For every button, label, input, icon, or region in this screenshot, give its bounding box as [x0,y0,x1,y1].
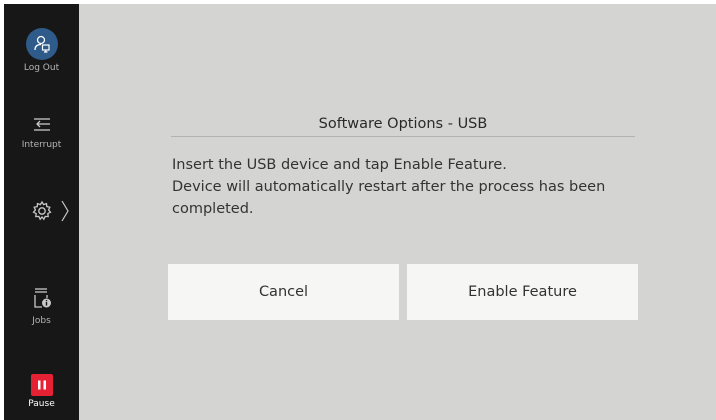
jobs-button[interactable]: Jobs [4,286,79,326]
logout-label: Log Out [23,63,60,73]
chevron-right-icon [60,199,70,226]
jobs-icon [31,288,53,313]
interrupt-label: Interrupt [21,140,62,150]
message-line-2: Device will automatically restart after … [172,179,606,217]
jobs-label: Jobs [32,316,51,326]
pause-label: Pause [28,399,55,409]
cancel-button[interactable]: Cancel [168,264,399,320]
enable-feature-button[interactable]: Enable Feature [407,264,638,320]
pause-button[interactable]: Pause [4,374,79,409]
message-line-1: Insert the USB device and tap Enable Fea… [172,157,507,173]
main-panel: Software Options - USB Insert the USB de… [79,4,716,420]
logout-button[interactable]: Log Out [4,28,79,73]
gear-icon [29,200,55,227]
interrupt-button[interactable]: Interrupt [4,116,79,150]
dialog-message: Insert the USB device and tap Enable Fea… [172,154,642,220]
title-divider [171,136,635,137]
interrupt-icon [31,118,53,137]
sidebar: Log Out Interrupt Jobs Pause [4,4,79,420]
logout-user-icon [25,28,58,60]
settings-button[interactable] [4,198,79,227]
pause-icon [30,374,53,396]
dialog-title: Software Options - USB [318,116,488,132]
